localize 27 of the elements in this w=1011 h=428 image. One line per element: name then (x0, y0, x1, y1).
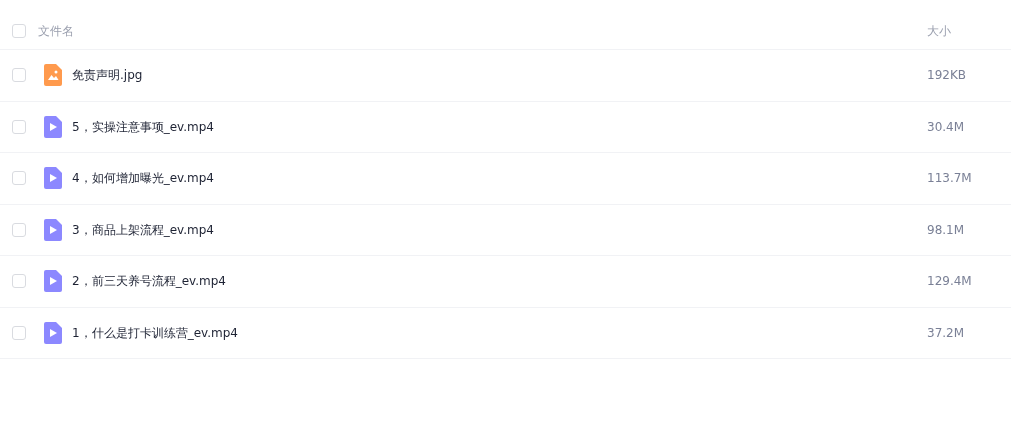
checkbox[interactable] (12, 325, 26, 340)
image-file-icon (44, 64, 62, 87)
video-file-icon (44, 321, 62, 344)
file-size: 129.4M (927, 274, 972, 289)
file-name[interactable]: 2，前三天养号流程_ev.mp4 (72, 272, 226, 291)
checkbox[interactable] (12, 222, 26, 237)
video-file-icon (44, 218, 62, 241)
video-file-icon (44, 167, 62, 190)
file-name[interactable]: 3，商品上架流程_ev.mp4 (72, 220, 214, 239)
video-file-icon (44, 270, 62, 293)
file-size: 192KB (927, 68, 966, 83)
file-size: 37.2M (927, 325, 965, 340)
file-name[interactable]: 4，如何增加曝光_ev.mp4 (72, 169, 214, 188)
file-size: 113.7M (927, 171, 972, 186)
checkbox[interactable] (12, 119, 26, 134)
video-file-icon (44, 115, 62, 138)
file-size: 98.1M (927, 222, 965, 237)
file-size: 30.4M (927, 119, 965, 134)
file-name[interactable]: 5，实操注意事项_ev.mp4 (72, 117, 214, 136)
checkbox[interactable] (12, 274, 26, 289)
checkbox[interactable] (12, 68, 26, 83)
column-header: 大小 (927, 23, 951, 38)
file-name[interactable]: 免责声明.jpg (72, 66, 143, 85)
checkbox[interactable] (12, 171, 26, 186)
checkbox[interactable] (12, 23, 26, 38)
column-header: 文件名 (38, 22, 74, 40)
file-name[interactable]: 1，什么是打卡训练营_ev.mp4 (72, 323, 238, 342)
